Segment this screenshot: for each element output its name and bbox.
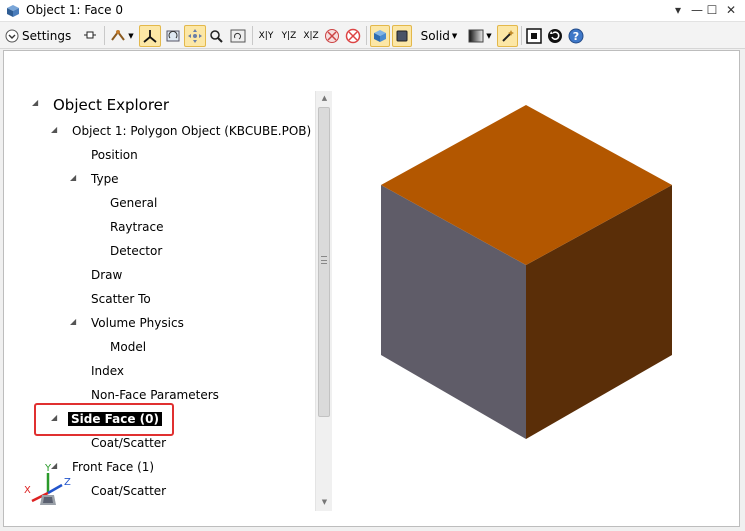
tree-item-type[interactable]: Type (91, 169, 119, 189)
solid-cube-button[interactable] (370, 25, 390, 47)
toolbar: Settings ▼ X|Y Y|Z X|Z Solid ▼ ▼ ? (0, 22, 745, 49)
view-yz-button[interactable]: Y|Z (279, 25, 299, 47)
settings-label: Settings (22, 29, 72, 43)
scroll-up-arrow-icon[interactable]: ▲ (316, 91, 333, 105)
collapse-arrow-icon[interactable]: ◢ (70, 173, 76, 182)
pan-button[interactable] (184, 25, 206, 47)
help-icon: ? (568, 28, 584, 44)
fit-view-button[interactable] (524, 25, 544, 47)
tree-item-position[interactable]: Position (91, 145, 138, 165)
rotate-tool-button[interactable]: ▼ (108, 25, 136, 47)
help-button[interactable]: ? (567, 25, 585, 47)
title-bar: Object 1: Face 0 ▾ — ☐ ✕ (0, 0, 745, 22)
main-panel: ◢ Object Explorer ◢ Object 1: Polygon Ob… (3, 50, 740, 527)
ray-trace-button[interactable] (322, 25, 342, 47)
fit-view-icon (526, 28, 542, 44)
tree-root-object-explorer[interactable]: Object Explorer (53, 95, 169, 115)
reset-view-icon (230, 29, 246, 43)
tree-item-detector[interactable]: Detector (110, 241, 162, 261)
y-axis-label: Y (44, 463, 52, 474)
pan-arrows-icon (188, 29, 202, 43)
dropdown-caret-icon: ▼ (486, 32, 492, 40)
refresh-icon (548, 29, 562, 43)
settings-button[interactable]: Settings (5, 25, 75, 47)
tree-item-front-face[interactable]: Front Face (1) (72, 457, 154, 477)
collapse-arrow-icon[interactable]: ◢ (32, 98, 38, 107)
reset-view-button[interactable] (228, 25, 248, 47)
tree-item-index[interactable]: Index (91, 361, 124, 381)
magnifier-icon (210, 30, 223, 43)
cancel-icon (345, 28, 361, 44)
rotate-axes-icon (111, 30, 126, 41)
pin-button[interactable] (80, 25, 100, 47)
tree-item-coat-scatter[interactable]: Coat/Scatter (91, 481, 166, 501)
collapse-arrow-icon[interactable]: ◢ (70, 317, 76, 326)
probe-button[interactable] (497, 25, 518, 47)
axes-triad-icon: Y X Z (24, 463, 71, 505)
frame-icon (396, 30, 408, 42)
frame-button[interactable] (392, 25, 412, 47)
tree-item-model[interactable]: Model (110, 337, 146, 357)
dropdown-caret-icon: ▼ (128, 32, 134, 40)
rotate-view-button[interactable] (163, 25, 183, 47)
axes-button[interactable] (139, 25, 161, 47)
tree-item-raytrace[interactable]: Raytrace (110, 217, 164, 237)
svg-text:?: ? (573, 30, 579, 43)
wand-icon (501, 30, 514, 42)
ray-off-icon (325, 29, 339, 43)
render-mode-label: Solid (420, 29, 450, 43)
render-mode-dropdown[interactable]: Solid ▼ (418, 25, 460, 47)
close-button[interactable]: ✕ (722, 2, 740, 19)
tree-item-coat-scatter[interactable]: Coat/Scatter (91, 433, 166, 453)
shading-dropdown[interactable]: ▼ (466, 25, 494, 47)
tree-item-scatter-to[interactable]: Scatter To (91, 289, 151, 309)
z-axis-label: Z (64, 477, 71, 488)
scroll-down-arrow-icon[interactable]: ▼ (316, 495, 333, 509)
window-title: Object 1: Face 0 (26, 3, 123, 17)
pin-icon (84, 31, 96, 39)
tree-item-volume-physics[interactable]: Volume Physics (91, 313, 184, 333)
gradient-icon (468, 29, 484, 43)
cube-app-icon (7, 5, 19, 17)
rotate-view-icon (166, 30, 180, 42)
tree-item-object[interactable]: Object 1: Polygon Object (KBCUBE.POB) (72, 121, 311, 141)
clear-rays-button[interactable] (343, 25, 363, 47)
cube-icon (374, 30, 386, 42)
tree-item-non-face-parameters[interactable]: Non-Face Parameters (91, 385, 219, 405)
grip-icon (321, 256, 327, 264)
tree-scrollbar[interactable]: ▲ ▼ (315, 91, 332, 511)
axes-icon (143, 30, 157, 43)
zoom-button[interactable] (207, 25, 225, 47)
tree-item-general[interactable]: General (110, 193, 157, 213)
selection-highlight-box (34, 403, 174, 436)
collapse-arrow-icon[interactable]: ◢ (51, 125, 57, 134)
dropdown-caret-icon: ▼ (451, 32, 458, 40)
refresh-button[interactable] (546, 25, 564, 47)
view-xz-button[interactable]: X|Z (301, 25, 321, 47)
maximize-button[interactable]: ☐ (703, 2, 721, 19)
view-xy-button[interactable]: X|Y (256, 25, 276, 47)
tree-item-draw[interactable]: Draw (91, 265, 122, 285)
dropdown-caret-icon[interactable]: ▾ (669, 2, 687, 19)
cube-3d-view[interactable] (376, 99, 678, 441)
x-axis-label: X (24, 485, 31, 496)
chevron-down-circle-icon (5, 29, 19, 43)
scrollbar-thumb[interactable] (318, 107, 330, 417)
